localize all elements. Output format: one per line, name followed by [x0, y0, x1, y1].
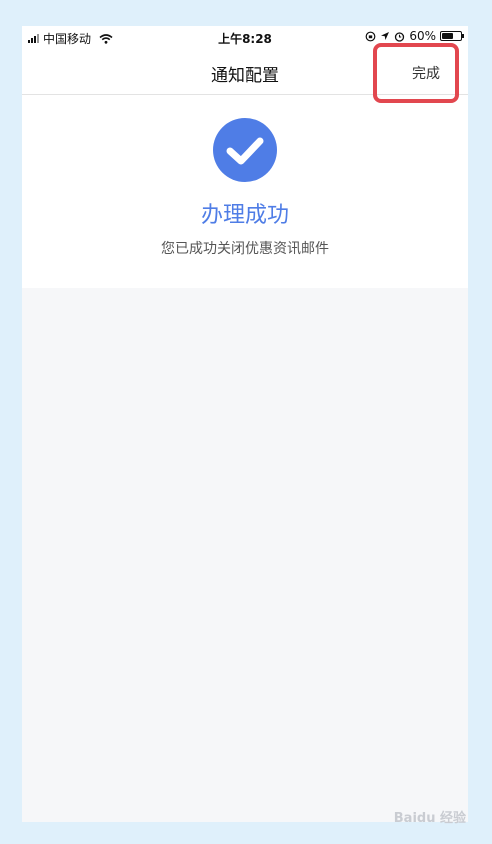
- phone-screen: 中国移动 上午8:28 60% 通知配置 完成 办理成功 您已成功关闭优惠资讯邮…: [22, 26, 468, 822]
- result-panel: 办理成功 您已成功关闭优惠资讯邮件: [22, 95, 468, 288]
- orientation-lock-icon: [365, 31, 376, 41]
- success-check-icon: [213, 118, 277, 182]
- result-description: 您已成功关闭优惠资讯邮件: [161, 241, 329, 257]
- result-title: 办理成功: [200, 203, 289, 228]
- battery-percent: 60%: [409, 29, 436, 43]
- location-icon: [381, 32, 390, 40]
- battery-icon: [440, 31, 464, 41]
- status-right: 60%: [365, 29, 464, 43]
- watermark: Baidu 经验: [393, 811, 466, 826]
- alarm-icon: [395, 31, 405, 42]
- battery-fill: [442, 33, 453, 39]
- highlight-annotation: [373, 43, 459, 103]
